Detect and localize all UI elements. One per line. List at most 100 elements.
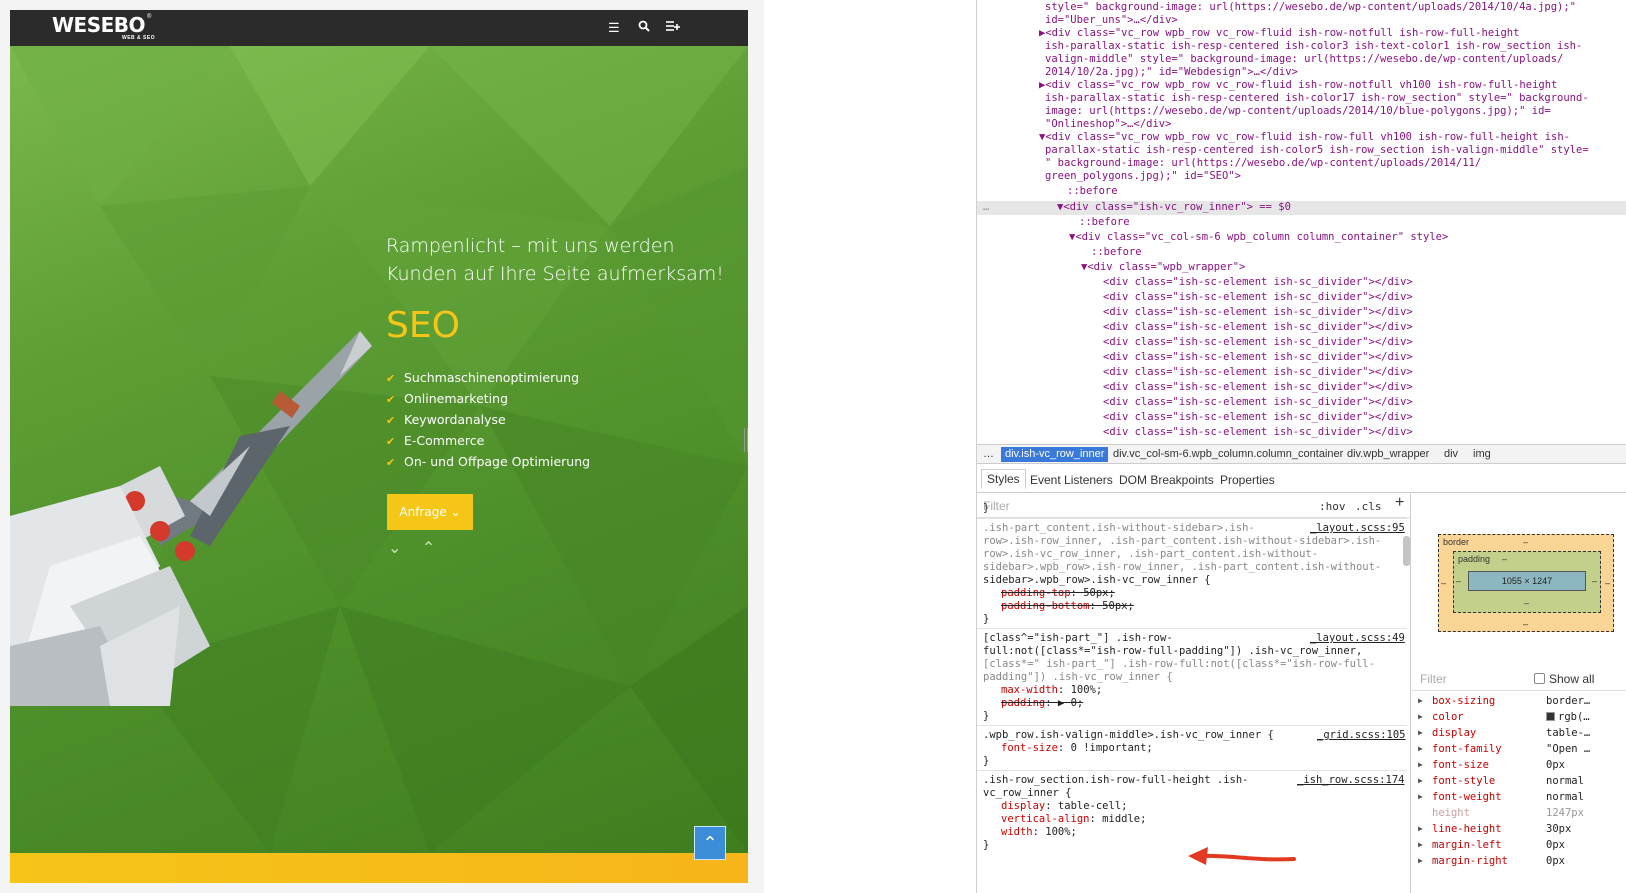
expand-triangle-icon[interactable]: ▶ [1418,712,1423,721]
breadcrumb-item[interactable]: … [983,448,994,460]
dom-node[interactable]: <div class="ish-sc-element ish-sc_divide… [1103,336,1413,349]
breadcrumb-item[interactable]: img [1473,448,1491,460]
css-declaration[interactable]: padding-bottom: 50px; [1001,600,1134,613]
css-declaration-highlighted[interactable]: vertical-align: middle; [1001,813,1146,826]
source-link[interactable]: _ish_row.scss:174 [1297,774,1404,787]
tab-properties[interactable]: Properties [1220,473,1275,487]
site-logo[interactable]: WESEBO [52,15,146,35]
source-link[interactable]: _layout.scss:95 [1310,522,1405,535]
dom-node[interactable]: <div class="ish-sc-element ish-sc_divide… [1103,411,1413,424]
dom-node[interactable]: <div class="ish-sc-element ish-sc_divide… [1103,351,1413,364]
css-declaration[interactable]: width: 100%; [1001,826,1077,839]
dom-node[interactable]: ::before [1079,216,1130,229]
dom-node[interactable]: parallax-static ish-resp-centered ish-co… [1045,144,1589,157]
computed-property[interactable]: ▶ margin-right 0px [1418,855,1626,871]
computed-property[interactable]: ▶ margin-left 0px [1418,839,1626,855]
dom-node[interactable]: green_polygons.jpg);" id="SEO"> [1045,170,1241,183]
computed-property[interactable]: ▶ box-sizing border… [1418,695,1626,711]
color-swatch[interactable] [1546,712,1555,721]
dom-node[interactable]: ▼<div class="vc_col-sm-6 wpb_column colu… [1069,231,1448,244]
back-to-top-button[interactable]: ⌃ [694,826,726,860]
css-declaration[interactable]: max-width: 100%; [1001,684,1102,697]
dom-node[interactable]: <div class="ish-sc-element ish-sc_divide… [1103,396,1413,409]
hov-toggle[interactable]: :hov [1319,500,1346,513]
expand-triangle-icon[interactable]: ▶ [1418,792,1423,801]
dom-node[interactable]: ish-parallax-static ish-resp-centered is… [1045,40,1582,53]
expand-triangle-icon[interactable]: ▶ [1418,696,1423,705]
dom-node[interactable]: 2014/10/2a.jpg);" id="Webdesign">…</div> [1045,66,1298,79]
dom-node[interactable]: image: url(https://wesebo.de/wp-content/… [1045,105,1551,118]
dom-node[interactable]: ish-parallax-static ish-resp-centered is… [1045,92,1589,105]
elements-tree[interactable]: style=" background-image: url(https://we… [977,0,1626,442]
breadcrumb-item-active[interactable]: div.ish-vc_row_inner [1001,447,1109,462]
expand-triangle-icon[interactable]: ▶ [1418,728,1423,737]
padding-value: – [1502,554,1508,564]
rule-selector: .wpb_row.ish-valign-middle>.ish-vc_row_i… [983,729,1274,741]
content-box[interactable]: 1055 × 1247 [1468,571,1586,591]
css-declaration[interactable]: font-size: 0 !important; [1001,742,1153,755]
dom-node[interactable]: "Onlineshop">…</div> [1045,118,1171,131]
tab-event-listeners[interactable]: Event Listeners [1030,473,1113,487]
add-rule-icon[interactable]: + [1395,495,1404,511]
dom-node[interactable]: ▼<div class="wpb_wrapper"> [1081,261,1245,274]
dom-node[interactable]: ▶<div class="vc_row wpb_row vc_row-fluid… [1039,79,1557,92]
search-icon[interactable] [638,20,650,36]
dom-node[interactable]: <div class="ish-sc-element ish-sc_divide… [1103,291,1413,304]
expand-triangle-icon[interactable]: ▶ [1418,776,1423,785]
resize-handle[interactable] [744,428,748,452]
margin-left-value: – [1441,578,1447,588]
dom-node[interactable]: <div class="ish-sc-element ish-sc_divide… [1103,276,1413,289]
cls-toggle[interactable]: .cls [1355,500,1382,513]
list-item: ✔ E-Commerce [386,430,590,451]
dom-node-selected[interactable]: ▼<div class="ish-vc_row_inner"> == $0 [1057,201,1291,214]
add-list-icon[interactable] [666,20,680,36]
dom-node[interactable]: ::before [1067,185,1118,198]
dom-node[interactable]: valign-middle" style=" background-image:… [1045,53,1563,66]
expand-triangle-icon[interactable]: ▶ [1418,744,1423,753]
css-declaration[interactable]: padding: ▶ 0; [1001,697,1083,710]
computed-property[interactable]: ▶ display table-… [1418,727,1626,743]
expand-triangle-icon[interactable]: ▶ [1418,760,1423,769]
computed-property[interactable]: ▶ font-style normal [1418,775,1626,791]
dom-node[interactable]: <div class="ish-sc-element ish-sc_divide… [1103,381,1413,394]
expand-triangle-icon[interactable]: ▶ [1418,840,1423,849]
dom-node[interactable]: id="Uber_uns">…</div> [1045,14,1178,27]
computed-property[interactable]: ▶ color rgb(… [1418,711,1626,727]
styles-pane: Filter :hov .cls + } .ish-part_content.i… [977,494,1411,893]
scrollbar[interactable] [1403,536,1410,566]
dom-node[interactable]: " background-image: url(https://wesebo.d… [1045,157,1481,170]
dom-node[interactable]: ▼<div class="vc_row wpb_row vc_row-fluid… [1039,131,1570,144]
computed-property[interactable]: ▶ font-family "Open … [1418,743,1626,759]
anfrage-button[interactable]: Anfrage ⌄ [387,494,473,530]
computed-property[interactable]: ▶ font-weight normal [1418,791,1626,807]
dom-node[interactable]: <div class="ish-sc-element ish-sc_divide… [1103,321,1413,334]
tab-dom-breakpoints[interactable]: DOM Breakpoints [1119,473,1214,487]
css-declaration[interactable]: display: table-cell; [1001,800,1127,813]
source-link[interactable]: _grid.scss:105 [1317,729,1406,742]
expand-triangle-icon[interactable]: ▶ [1418,856,1423,865]
rule-text: } [983,613,990,625]
computed-property[interactable]: height 1247px [1418,807,1626,823]
source-link[interactable]: _layout.scss:49 [1310,632,1405,645]
css-declaration[interactable]: padding-top: 50px; [1001,587,1115,600]
dom-node[interactable]: ::before [1091,246,1142,259]
dom-node[interactable]: <div class="ish-sc-element ish-sc_divide… [1103,306,1413,319]
scroll-arrows-icon[interactable]: ⌄ ⌃ [388,538,443,558]
show-all-toggle[interactable]: Show all [1534,672,1594,686]
computed-property[interactable]: ▶ font-size 0px [1418,759,1626,775]
breadcrumb-item[interactable]: div.vc_col-sm-6.wpb_column.column_contai… [1113,448,1343,460]
breadcrumb-item[interactable]: div [1444,448,1458,460]
breadcrumb-item[interactable]: div.wpb_wrapper [1347,448,1429,460]
dom-node[interactable]: <div class="ish-sc-element ish-sc_divide… [1103,426,1413,439]
dom-node[interactable]: ▶<div class="vc_row wpb_row vc_row-fluid… [1039,27,1519,40]
computed-filter-input[interactable]: Filter [1420,672,1447,686]
checkbox-icon[interactable] [1534,673,1545,684]
rule-selector: vc_row_inner { [983,787,1072,799]
expand-triangle-icon[interactable]: ▶ [1418,824,1423,833]
tab-styles[interactable]: Styles [981,469,1026,489]
dom-node[interactable]: style=" background-image: url(https://we… [1045,1,1576,14]
dom-node[interactable]: <div class="ish-sc-element ish-sc_divide… [1103,366,1413,379]
computed-property[interactable]: ▶ line-height 30px [1418,823,1626,839]
menu-icon[interactable]: ☰ [608,20,620,36]
check-icon: ✔ [386,393,396,406]
